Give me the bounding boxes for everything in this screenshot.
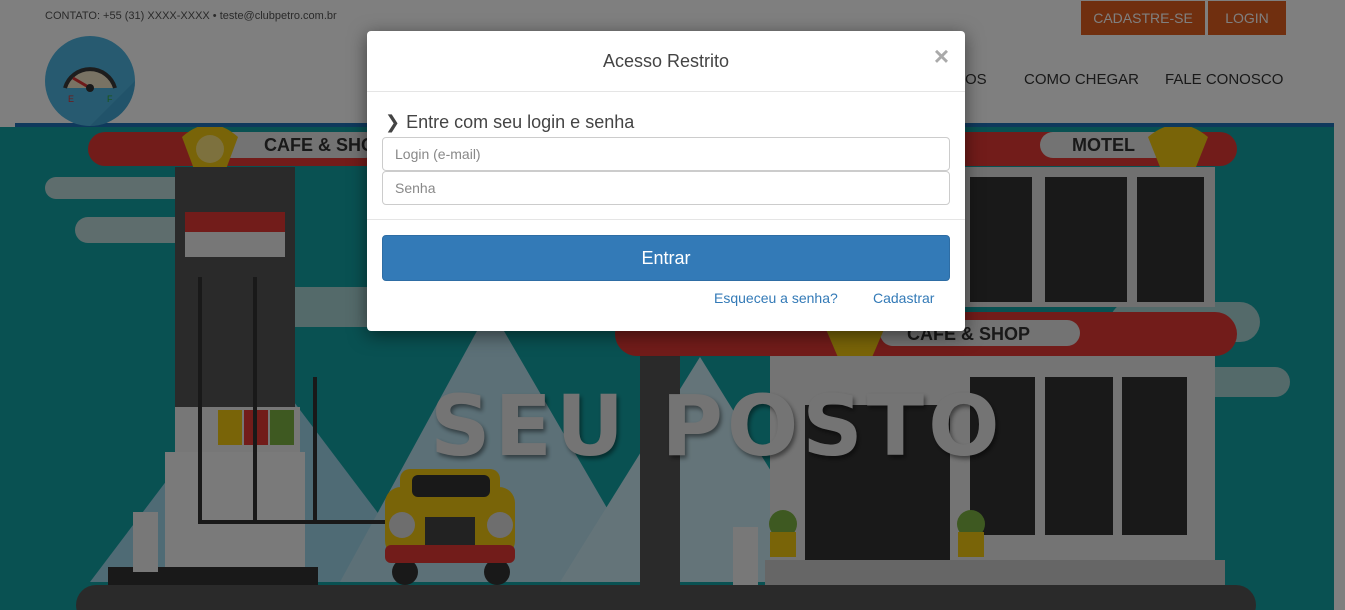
chevron-right-icon: ❯ bbox=[385, 112, 401, 132]
modal-title: Acesso Restrito bbox=[602, 51, 730, 71]
login-modal: Acesso Restrito × ❯ Entre com seu login e… bbox=[367, 31, 965, 331]
forgot-password-link[interactable]: Esqueceu a senha? bbox=[714, 290, 838, 306]
login-subtitle: ❯ Entre com seu login e senha bbox=[385, 112, 634, 133]
modal-header: Acesso Restrito × bbox=[367, 31, 965, 92]
close-icon[interactable]: × bbox=[934, 43, 949, 69]
modal-footer: Entrar Esqueceu a senha? Cadastrar bbox=[367, 220, 965, 330]
submit-button[interactable]: Entrar bbox=[382, 235, 950, 281]
modal-body: ❯ Entre com seu login e senha bbox=[367, 92, 965, 220]
login-subtitle-text: Entre com seu login e senha bbox=[406, 112, 635, 132]
email-field[interactable] bbox=[382, 137, 950, 171]
password-field[interactable] bbox=[382, 171, 950, 205]
register-link[interactable]: Cadastrar bbox=[873, 290, 934, 306]
